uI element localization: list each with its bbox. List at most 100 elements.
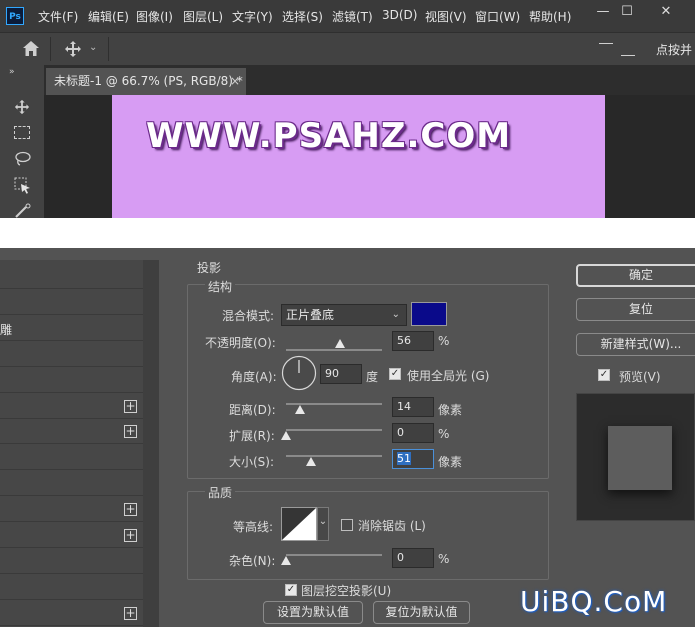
menu-select[interactable]: 选择(S): [282, 8, 323, 25]
opacity-slider-track[interactable]: [286, 349, 382, 351]
style-list-item[interactable]: [0, 549, 143, 574]
angle-input[interactable]: 90: [320, 364, 362, 384]
angle-dial-icon[interactable]: [281, 355, 317, 394]
tools-panel: »: [0, 65, 44, 218]
close-icon[interactable]: ✕: [654, 3, 678, 21]
opacity-label: 不透明度(O):: [205, 336, 276, 350]
style-list-item[interactable]: +: [0, 523, 143, 548]
structure-title: 结构: [205, 278, 236, 295]
size-slider-thumb[interactable]: [306, 457, 316, 466]
photoshop-logo-icon: Ps: [6, 7, 24, 25]
style-list-item[interactable]: [0, 575, 143, 600]
marquee-tool-icon[interactable]: [14, 126, 30, 139]
style-list-item[interactable]: +: [0, 419, 143, 444]
add-effect-plus-icon[interactable]: +: [124, 400, 137, 413]
style-list-item[interactable]: [0, 471, 143, 496]
set-default-button[interactable]: 设置为默认值: [263, 601, 363, 624]
contour-dropdown-chevron-down-icon[interactable]: ⌄: [317, 507, 329, 541]
new-style-button[interactable]: 新建样式(W)...: [576, 333, 695, 356]
size-slider-track[interactable]: [286, 455, 382, 457]
global-light-label: 使用全局光 (G): [407, 369, 490, 383]
menu-layer[interactable]: 图层(L): [183, 8, 223, 25]
knockout-checkbox[interactable]: ✓: [285, 584, 297, 596]
distribute-icon[interactable]: [621, 55, 635, 56]
lasso-tool-icon[interactable]: [14, 151, 32, 170]
noise-slider-track[interactable]: [286, 554, 382, 556]
angle-unit: 度: [366, 370, 379, 384]
menu-file[interactable]: 文件(F): [38, 8, 78, 25]
global-light-checkbox[interactable]: ✓: [389, 368, 401, 380]
blend-mode-select[interactable]: 正片叠底 ⌄: [281, 304, 407, 326]
antialias-checkbox[interactable]: [341, 519, 353, 531]
menu-type[interactable]: 文字(Y): [232, 8, 273, 25]
tab-close-icon[interactable]: ×: [230, 68, 240, 95]
distance-slider-thumb[interactable]: [295, 405, 305, 414]
document-canvas[interactable]: [112, 95, 605, 218]
menu-help[interactable]: 帮助(H): [529, 8, 571, 25]
distance-input[interactable]: 14: [392, 397, 434, 417]
noise-unit: %: [438, 552, 450, 566]
add-effect-plus-icon[interactable]: +: [124, 503, 137, 516]
photoshop-window: Ps 文件(F) 编辑(E) 图像(I) 图层(L) 文字(Y) 选择(S) 滤…: [0, 0, 695, 218]
noise-input[interactable]: 0: [392, 548, 434, 568]
move-tool-icon[interactable]: [14, 99, 30, 118]
expand-panel-icon[interactable]: »: [9, 67, 15, 77]
add-effect-plus-icon[interactable]: +: [124, 529, 137, 542]
knockout-label: 图层挖空投影(U): [301, 584, 392, 598]
preview-checkbox[interactable]: ✓: [598, 369, 610, 381]
style-list-item[interactable]: [0, 342, 143, 367]
object-select-tool-icon[interactable]: [14, 177, 32, 198]
add-effect-plus-icon[interactable]: +: [124, 425, 137, 438]
angle-label: 角度(A):: [231, 370, 277, 384]
size-unit: 像素: [438, 455, 463, 469]
spread-slider-thumb[interactable]: [281, 431, 291, 440]
spread-unit: %: [438, 427, 450, 441]
style-list-item[interactable]: 雕: [0, 316, 143, 341]
align-icon[interactable]: [599, 43, 613, 44]
blend-mode-label: 混合模式:: [222, 309, 275, 323]
shadow-color-swatch[interactable]: [411, 302, 447, 326]
noise-label: 杂色(N):: [229, 554, 276, 568]
style-list-item[interactable]: [0, 445, 143, 470]
reset-default-button[interactable]: 复位为默认值: [373, 601, 470, 624]
menu-edit[interactable]: 编辑(E): [88, 8, 129, 25]
menu-image[interactable]: 图像(I): [136, 8, 173, 25]
divider: [108, 37, 109, 61]
opacity-unit: %: [438, 334, 450, 348]
add-effect-plus-icon[interactable]: +: [124, 607, 137, 620]
spread-label: 扩展(R):: [229, 429, 275, 443]
style-list-item[interactable]: +: [0, 601, 143, 626]
style-list-item[interactable]: [0, 264, 143, 289]
style-list-item[interactable]: [0, 290, 143, 315]
opacity-input[interactable]: 56: [392, 331, 434, 351]
spread-slider-track[interactable]: [286, 429, 382, 431]
style-preview-swatch: [608, 426, 672, 490]
tool-preset-chevron-down-icon[interactable]: ⌄: [89, 42, 97, 53]
menu-window[interactable]: 窗口(W): [475, 8, 520, 25]
spread-input[interactable]: 0: [392, 423, 434, 443]
ok-button[interactable]: 确定: [576, 264, 695, 287]
home-icon[interactable]: [22, 40, 40, 60]
contour-preview-icon[interactable]: [281, 507, 317, 544]
reset-button[interactable]: 复位: [576, 298, 695, 321]
options-partial-text: 点按并: [656, 43, 693, 57]
size-input[interactable]: 51: [392, 449, 434, 469]
quick-select-tool-icon[interactable]: [14, 203, 32, 218]
minimize-icon[interactable]: —: [591, 3, 615, 21]
move-tool-icon[interactable]: [64, 40, 82, 61]
distance-label: 距离(D):: [229, 403, 276, 417]
distance-unit: 像素: [438, 403, 463, 417]
noise-slider-thumb[interactable]: [281, 556, 291, 565]
document-tab[interactable]: 未标题-1 @ 66.7% (PS, RGB/8) * ×: [46, 68, 246, 95]
style-list-item[interactable]: +: [0, 497, 143, 522]
opacity-slider-thumb[interactable]: [335, 339, 345, 348]
style-list-item[interactable]: [0, 368, 143, 393]
style-list-item[interactable]: +: [0, 394, 143, 419]
style-list-scrollbar[interactable]: [143, 260, 159, 627]
menu-filter[interactable]: 滤镜(T): [332, 8, 373, 25]
menu-view[interactable]: 视图(V): [425, 8, 467, 25]
menu-3d[interactable]: 3D(D): [382, 8, 417, 22]
options-bar: ⌄ 点按并: [0, 32, 695, 66]
maximize-icon[interactable]: ☐: [615, 3, 639, 21]
chevron-down-icon: ⌄: [391, 309, 400, 320]
